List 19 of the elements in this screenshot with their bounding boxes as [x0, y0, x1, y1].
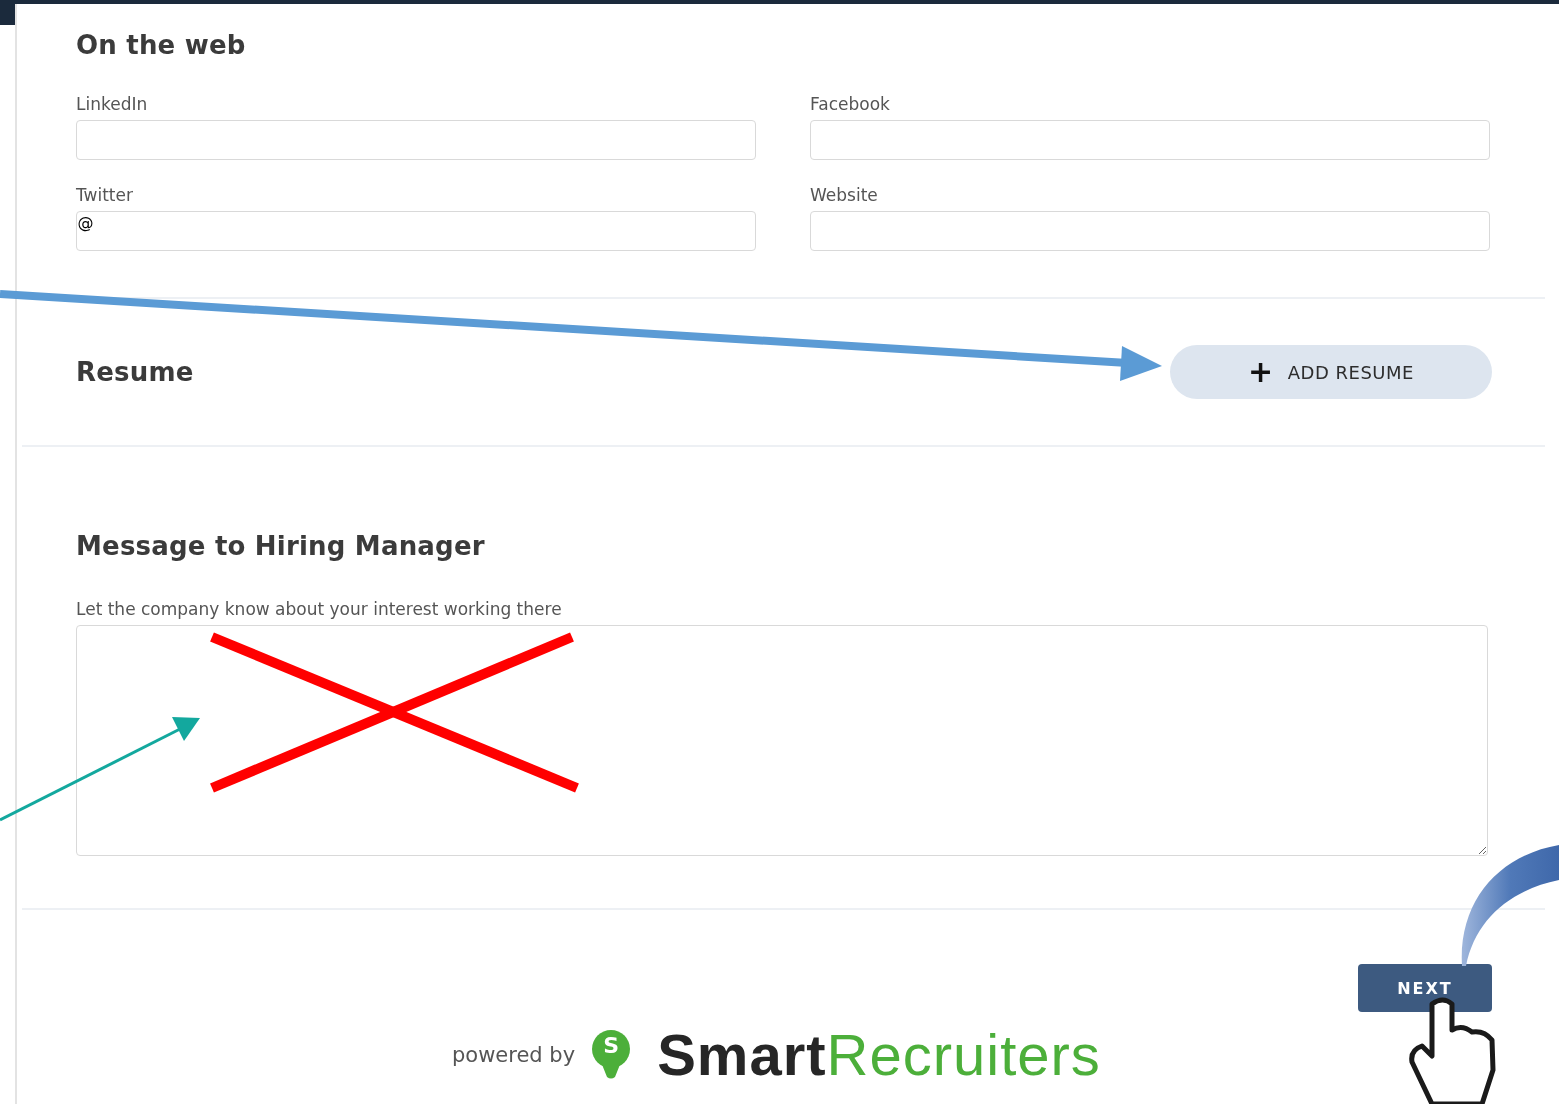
at-prefix: @: [77, 212, 95, 234]
powered-by-text: powered by: [452, 1043, 576, 1067]
field-label: LinkedIn: [76, 94, 148, 114]
message-textarea[interactable]: [76, 625, 1488, 856]
field-label: Twitter: [76, 185, 133, 205]
logo-wordmark: SmartRecruiters: [657, 1026, 1101, 1084]
input-field[interactable]: [810, 120, 1490, 160]
section-heading: Message to Hiring Manager: [76, 531, 486, 561]
plus-icon: +: [1248, 357, 1274, 387]
field-label: Facebook: [810, 94, 890, 114]
section-heading: On the web: [76, 30, 247, 60]
add-resume-button[interactable]: + ADD RESUME: [1170, 345, 1492, 399]
next-button[interactable]: NEXT: [1358, 964, 1492, 1012]
input-field[interactable]: [810, 211, 1490, 251]
field-hint: Let the company know about your interest working there: [76, 599, 563, 619]
input-field[interactable]: [76, 120, 756, 160]
field-label: Website: [810, 185, 878, 205]
input-field[interactable]: [76, 211, 756, 251]
section-heading: Resume: [76, 357, 194, 387]
